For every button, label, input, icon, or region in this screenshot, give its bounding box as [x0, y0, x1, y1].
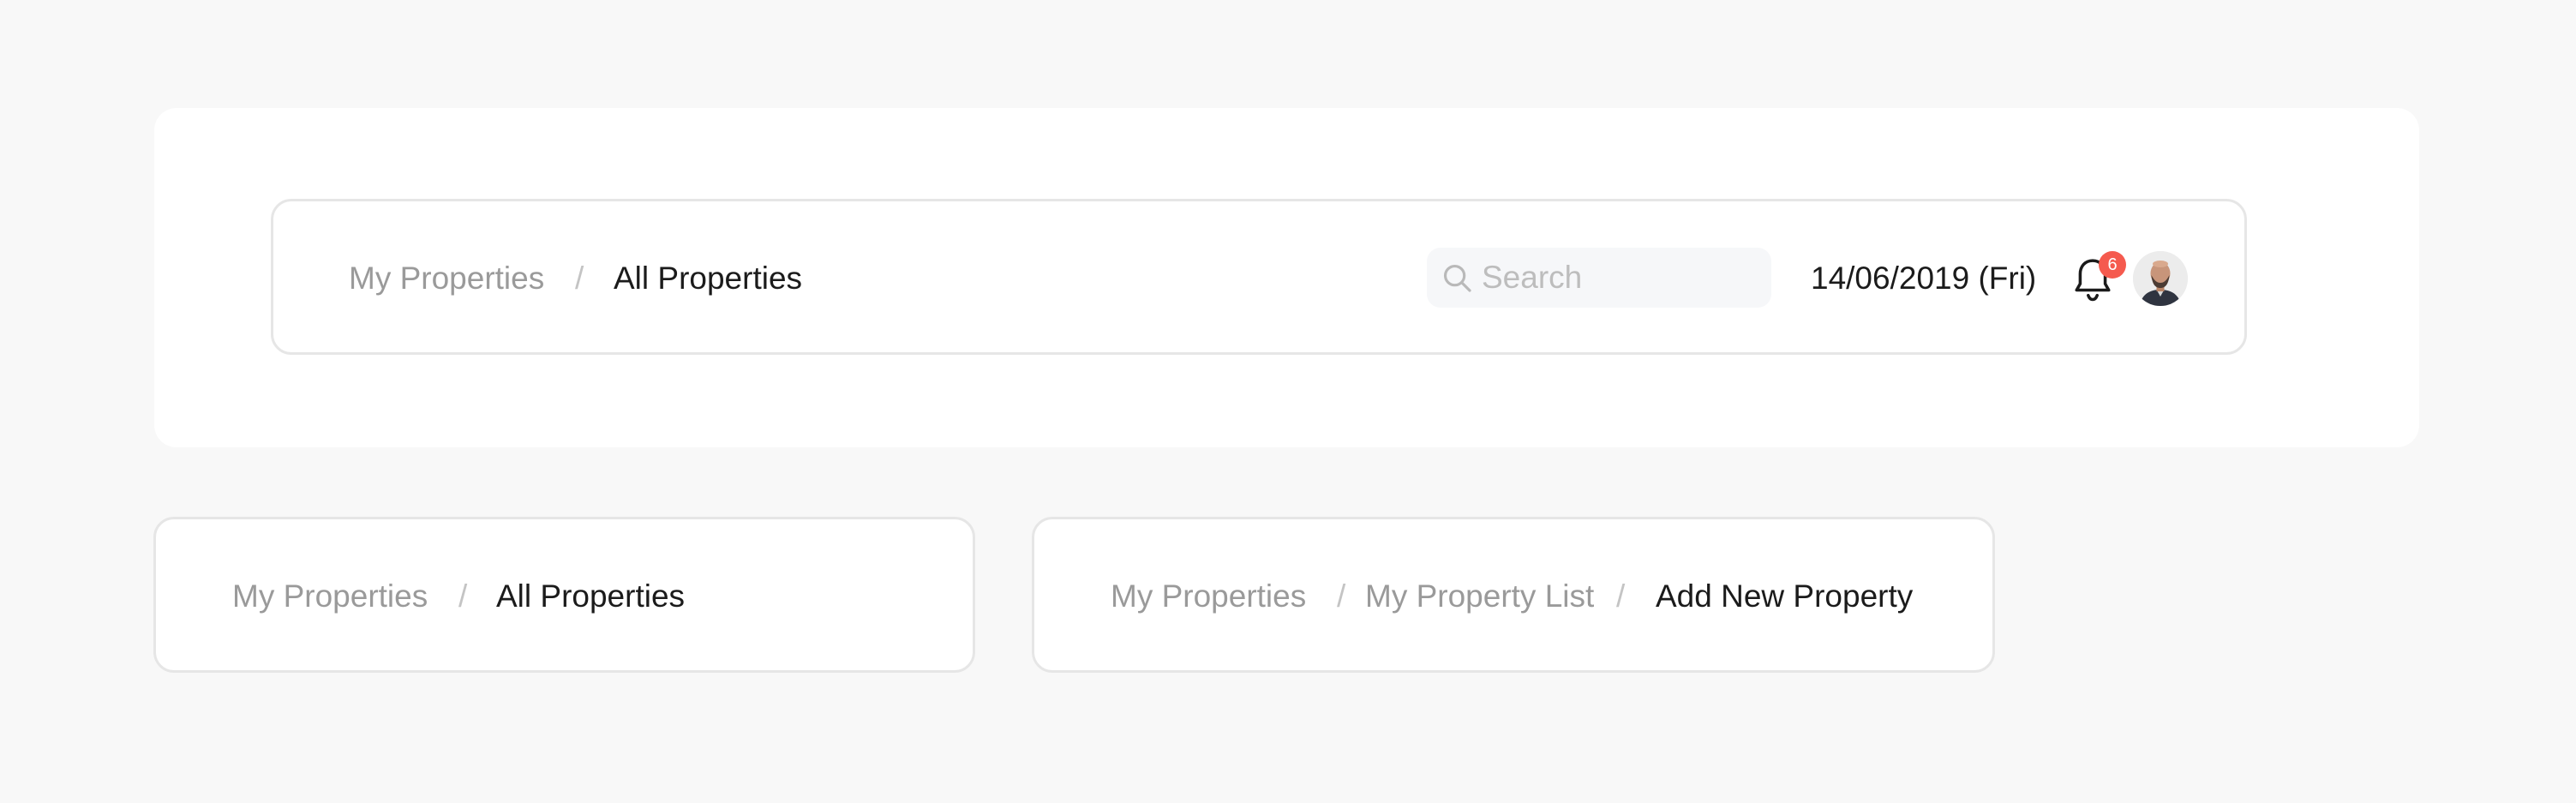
- breadcrumb-separator: /: [458, 578, 468, 614]
- breadcrumb-link-my-properties[interactable]: My Properties: [349, 260, 544, 297]
- avatar-icon: [2133, 251, 2188, 306]
- breadcrumb-card-small: My Properties / All Properties: [153, 517, 975, 673]
- breadcrumb-link-my-property-list[interactable]: My Property List: [1365, 578, 1594, 615]
- page: { "header_breadcrumb": { "items": [ { "l…: [0, 0, 2576, 803]
- top-header-bar: My Properties / All Properties 14/06/201…: [271, 199, 2247, 355]
- breadcrumb-separator: /: [1616, 578, 1626, 614]
- breadcrumb-card-medium: My Properties / My Property List / Add N…: [1032, 517, 1995, 673]
- breadcrumb-current-add-new-property: Add New Property: [1656, 578, 1914, 614]
- user-avatar[interactable]: [2133, 251, 2188, 306]
- breadcrumb-separator: /: [1337, 578, 1346, 614]
- search-input[interactable]: [1482, 259, 1756, 297]
- search-field[interactable]: [1427, 248, 1771, 308]
- breadcrumb-current-all-properties: All Properties: [496, 578, 686, 614]
- notification-count-badge: 6: [2099, 251, 2126, 279]
- breadcrumb-current-all-properties: All Properties: [614, 261, 803, 296]
- search-icon: [1443, 264, 1471, 292]
- breadcrumb-link-my-properties[interactable]: My Properties: [1111, 578, 1306, 615]
- notifications-button[interactable]: 6: [2071, 251, 2131, 311]
- current-date: 14/06/2019 (Fri): [1811, 261, 2037, 296]
- breadcrumb-link-my-properties[interactable]: My Properties: [232, 578, 428, 615]
- breadcrumb-separator: /: [575, 261, 584, 296]
